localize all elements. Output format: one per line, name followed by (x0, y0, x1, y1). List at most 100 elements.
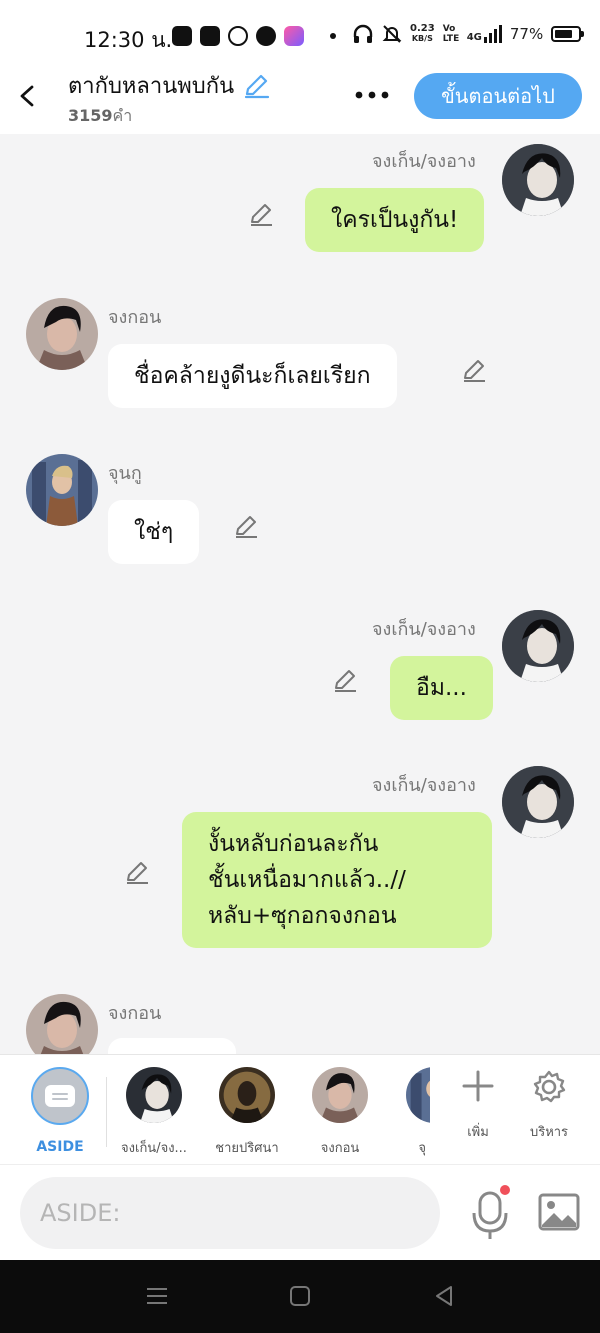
edit-message-pencil-icon[interactable] (332, 668, 358, 694)
notification-icons (172, 26, 336, 46)
back-nav-button[interactable] (432, 1284, 456, 1308)
story-title-row[interactable]: ตากับหลานพบกัน (68, 68, 270, 103)
network-speed: 0.23 KB/S (410, 24, 435, 44)
character-mystery-man[interactable]: ชายปริศนา (202, 1067, 292, 1158)
avatar-jonggeun[interactable] (502, 766, 574, 838)
message-sender-name: จุนกู (108, 463, 142, 484)
character-avatar (406, 1067, 430, 1123)
home-button[interactable] (288, 1284, 312, 1308)
status-time: 12:30 น. (84, 28, 173, 52)
next-step-button[interactable]: ขั้นตอนต่อไป (414, 73, 582, 119)
character-portrait-icon (502, 610, 574, 682)
battery-level-fill (555, 30, 573, 38)
menu-lines-icon (147, 1288, 167, 1304)
character-label: ASIDE (36, 1139, 84, 1155)
app-header: ตากับหลานพบกัน 3159คำ ขั้นตอนต่อไป (0, 62, 600, 134)
network-type: 4G (466, 32, 482, 43)
character-portrait-icon (26, 454, 98, 526)
character-label: จงเก็น/จง... (121, 1141, 187, 1156)
edit-message-pencil-icon[interactable] (461, 358, 487, 384)
message-input-area (0, 1164, 600, 1260)
back-triangle-icon (436, 1286, 452, 1306)
avatar-jonggeun[interactable] (502, 610, 574, 682)
home-square-icon (290, 1286, 310, 1306)
more-options-button[interactable] (354, 78, 390, 108)
battery-icon (551, 26, 585, 42)
character-portrait-icon (502, 144, 574, 216)
aside-bubble-icon (31, 1067, 89, 1125)
character-jonggeun[interactable]: จงเก็น/จง... (109, 1067, 199, 1158)
character-portrait-icon (26, 298, 98, 370)
message-input[interactable] (20, 1177, 440, 1249)
message-bubble-mine[interactable]: ใครเป็นงูกัน! (305, 188, 485, 252)
message-line: หลับ+ซุกอกจงกอน (208, 903, 397, 929)
avatar-jonggon[interactable] (26, 298, 98, 370)
message-bubble-theirs[interactable] (108, 1038, 236, 1054)
system-navigation-bar (0, 1260, 600, 1333)
character-label: จงกอน (320, 1141, 360, 1156)
shopee-app-icon (200, 26, 220, 46)
more-notifications-dot-icon (330, 33, 336, 39)
story-title: ตากับหลานพบกัน (68, 74, 235, 99)
message-sender-name: จงกอน (108, 307, 162, 328)
message-sender-name: จงกอน (108, 1003, 162, 1024)
plus-icon (443, 1069, 513, 1109)
manage-characters-button[interactable]: บริหาร (514, 1069, 584, 1142)
word-count-unit: คำ (112, 106, 133, 125)
edit-message-pencil-icon[interactable] (233, 514, 259, 540)
pinterest-app-icon (256, 26, 276, 46)
edit-message-pencil-icon[interactable] (124, 860, 150, 886)
manage-label: บริหาร (529, 1125, 569, 1140)
character-divider (106, 1077, 107, 1147)
edit-title-pencil-icon[interactable] (242, 72, 270, 100)
recent-apps-button[interactable] (145, 1284, 169, 1308)
avatar-jonggon[interactable] (26, 994, 98, 1054)
character-label: จุ (418, 1141, 426, 1156)
image-icon (538, 1193, 580, 1231)
character-joongoo-partial[interactable]: จุ (386, 1067, 430, 1158)
messenger-app-icon (284, 26, 304, 46)
recording-indicator-dot (500, 1185, 510, 1195)
message-bubble-theirs[interactable]: ชื่อคล้ายงูดีนะก็เลยเรียก (108, 344, 397, 408)
character-jonggon[interactable]: จงกอน (295, 1067, 385, 1158)
avatar-jonggeun[interactable] (502, 144, 574, 216)
network-speed-value: 0.23 (410, 23, 435, 34)
character-portrait-icon (26, 994, 98, 1054)
message-bubble-mine[interactable]: งั้นหลับก่อนละกัน ชั้นเหนื่อมากแล้ว..// … (182, 812, 492, 948)
character-portrait-icon (502, 766, 574, 838)
gear-icon (514, 1069, 584, 1109)
message-sender-name: จงเก็น/จงอาง (372, 619, 476, 640)
avatar-joongoo[interactable] (26, 454, 98, 526)
add-character-button[interactable]: เพิ่ม (443, 1069, 513, 1142)
character-avatar (219, 1067, 275, 1123)
message-bubble-mine[interactable]: อืม... (390, 656, 493, 720)
signal-icon: 4G (467, 25, 502, 43)
battery-percent: 77% (509, 25, 544, 43)
system-icons: 0.23 KB/S Vo LTE 4G 77% (352, 24, 585, 44)
chevron-left-icon (20, 85, 34, 107)
character-selector-bar: ASIDE จงเก็น/จง... ชายปริศนา จงกอน จุ เพ… (0, 1054, 600, 1164)
more-dots-icon (355, 91, 389, 99)
word-count: 3159คำ (68, 104, 132, 129)
tiktok-app-icon (228, 26, 248, 46)
network-speed-unit: KB/S (411, 34, 433, 43)
line-app-icon (172, 26, 192, 46)
status-bar: 12:30 น. 0.23 KB/S Vo LTE 4G 77% (0, 0, 600, 70)
word-count-number: 3159 (68, 106, 113, 125)
message-line: ชั้นเหนื่อมากแล้ว..// (208, 867, 406, 893)
character-avatar (126, 1067, 182, 1123)
back-button[interactable] (14, 80, 42, 112)
message-sender-name: จงเก็น/จงอาง (372, 151, 476, 172)
message-bubble-theirs[interactable]: ใช่ๆ (108, 500, 200, 564)
headphones-icon (353, 24, 373, 43)
insert-image-button[interactable] (536, 1189, 582, 1235)
add-label: เพิ่ม (467, 1125, 489, 1140)
chat-area[interactable]: จงเก็น/จงอาง ใครเป็นงูกัน! จงกอน ชื่อคล้… (0, 134, 600, 1054)
character-aside[interactable]: ASIDE (15, 1067, 105, 1155)
character-avatar (312, 1067, 368, 1123)
character-label: ชายปริศนา (215, 1141, 279, 1156)
message-sender-name: จงเก็น/จงอาง (372, 775, 476, 796)
message-line: งั้นหลับก่อนละกัน (208, 831, 379, 857)
volte-indicator: Vo LTE (442, 24, 460, 44)
edit-message-pencil-icon[interactable] (248, 202, 274, 228)
